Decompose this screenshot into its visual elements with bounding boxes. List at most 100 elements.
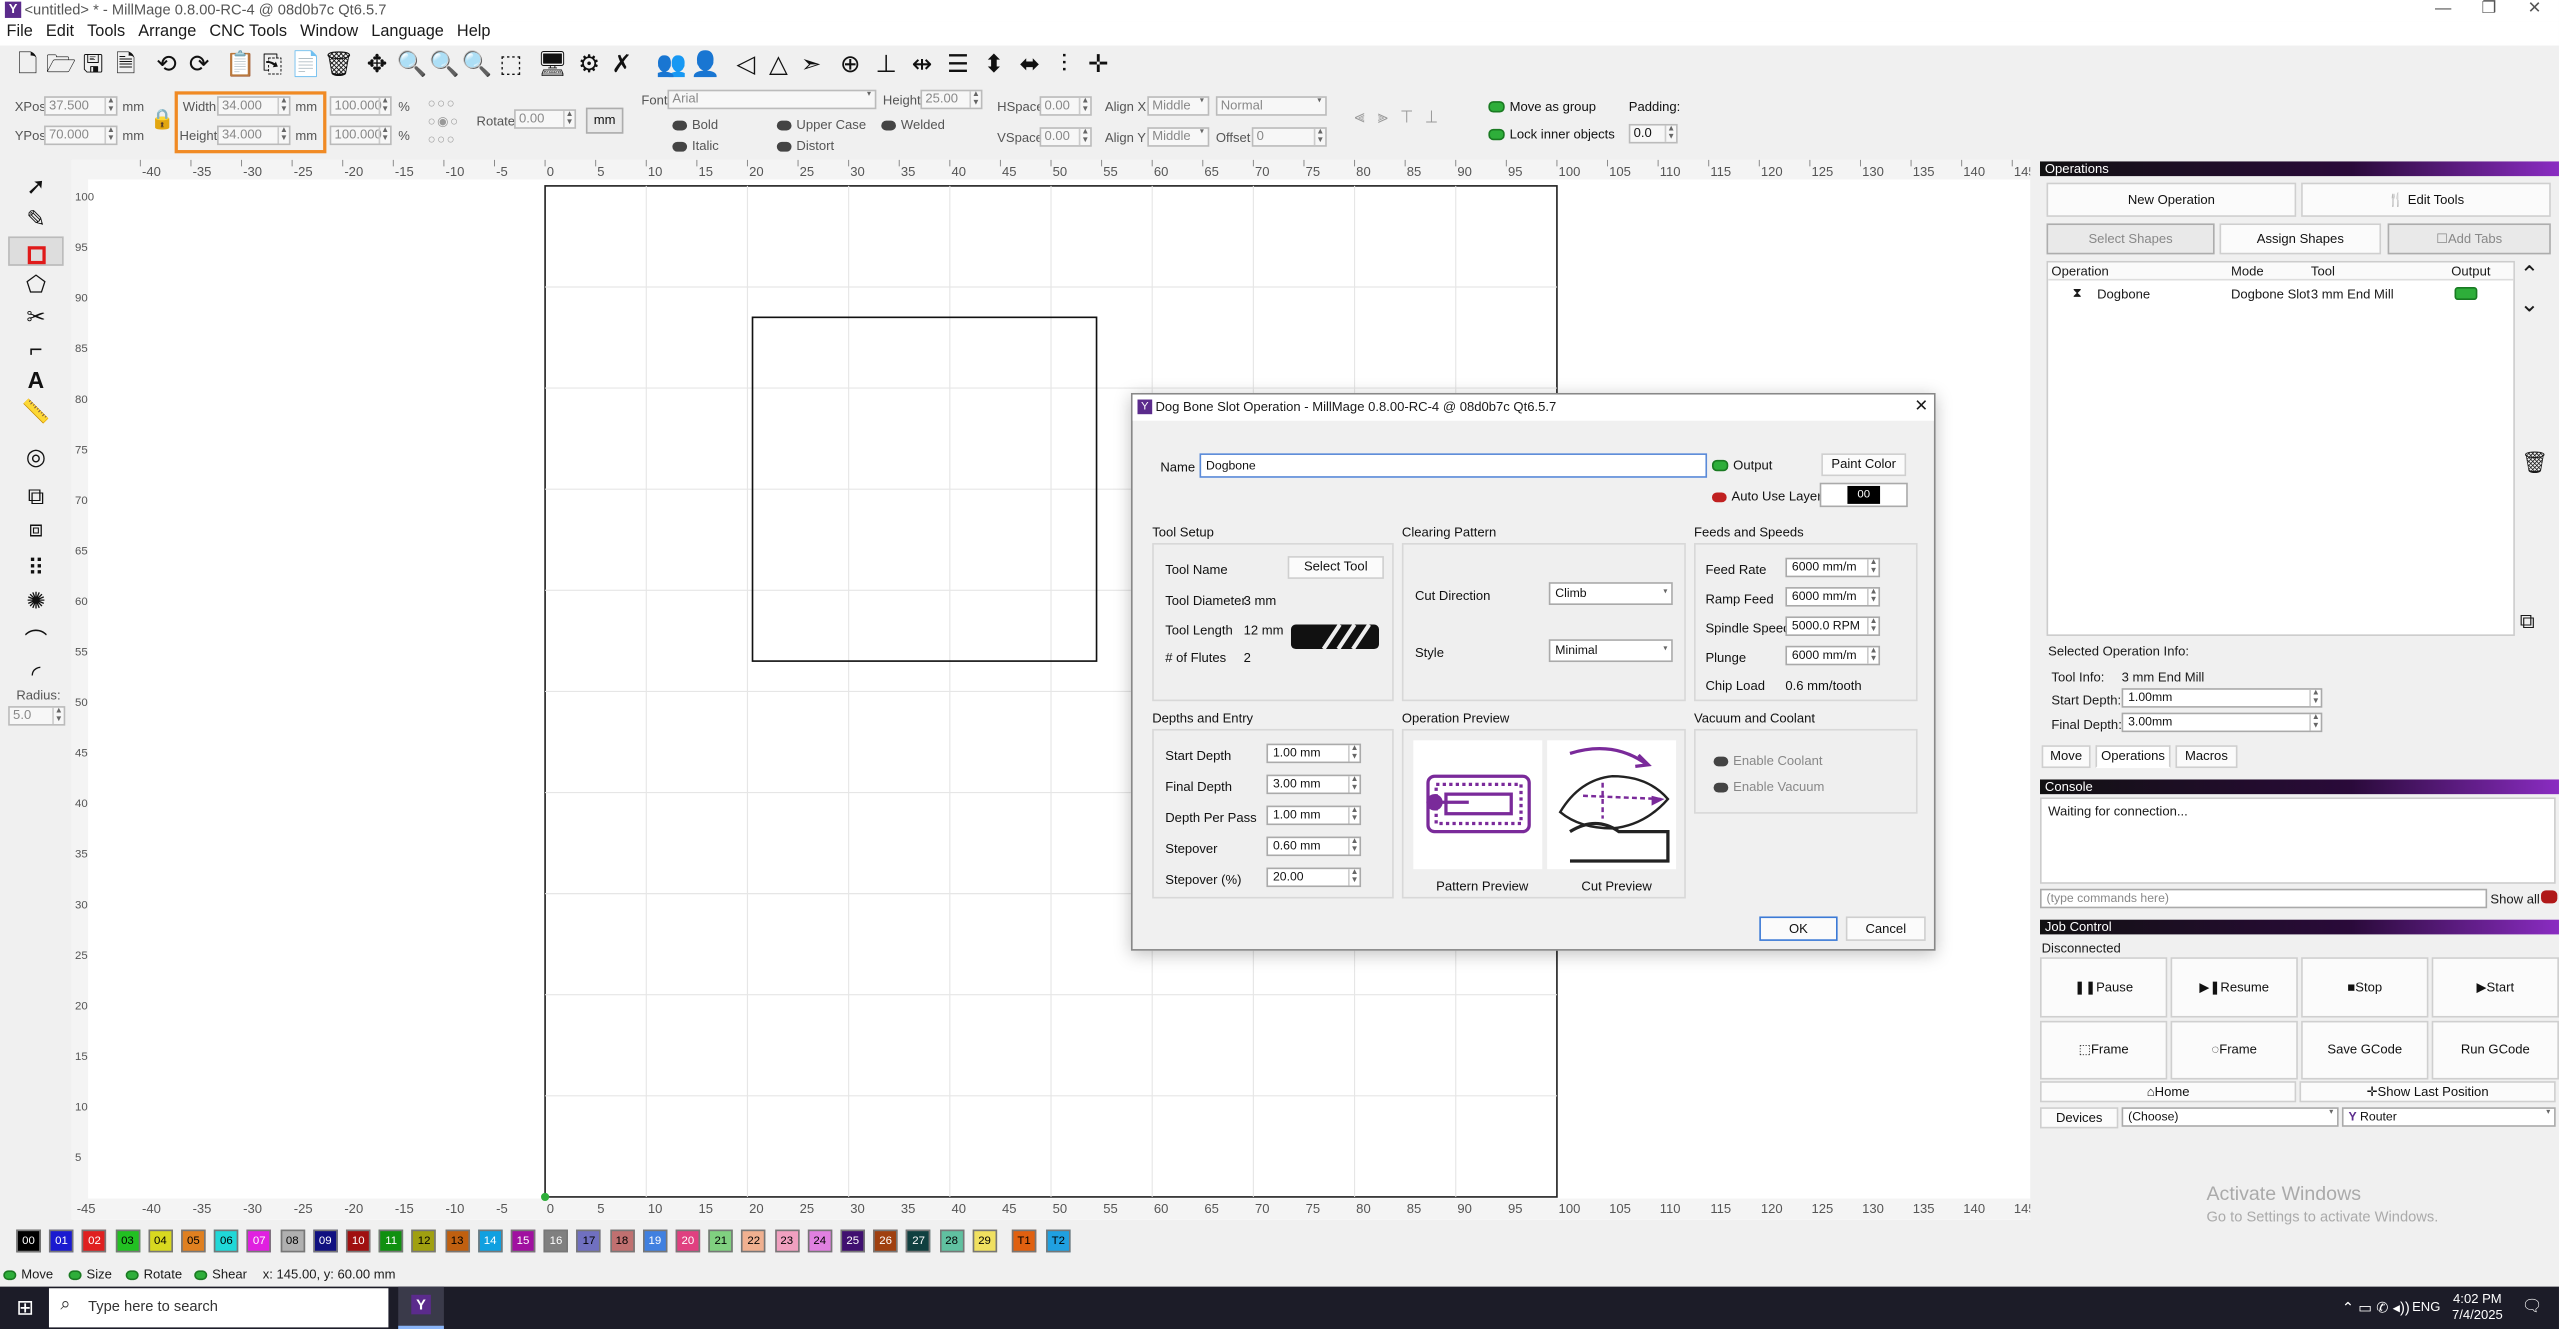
rectangle-tool-icon[interactable] xyxy=(8,236,64,266)
resume-button[interactable]: ▶❚Resume xyxy=(2170,957,2298,1018)
circular-array-icon[interactable]: ✺ xyxy=(20,585,53,614)
clock-date[interactable]: 7/4/2025 xyxy=(2450,1308,2505,1323)
layer-swatch-26[interactable]: 26 xyxy=(873,1229,898,1253)
start-depth-input[interactable]: 1.00 mm ▲ ▼ xyxy=(1266,743,1362,764)
show-all-toggle[interactable] xyxy=(2541,890,2558,904)
layer-swatch-01[interactable]: 01 xyxy=(49,1229,74,1253)
frame-rect-button[interactable]: ⬚Frame xyxy=(2040,1020,2168,1080)
distribute-v-icon[interactable]: ☰ xyxy=(943,51,972,80)
height-input[interactable]: 34.000 ▲ ▼ xyxy=(217,125,291,146)
save-icon[interactable]: 🖫 xyxy=(78,51,107,80)
layer-swatch-07[interactable]: 07 xyxy=(247,1229,272,1253)
undo-icon[interactable]: ⟲ xyxy=(152,51,181,80)
style-select[interactable]: Minimal ▾ xyxy=(1548,639,1673,663)
new-operation-button[interactable]: New Operation xyxy=(2046,182,2297,217)
lock-ratio-icon[interactable]: 🔒 xyxy=(150,108,174,131)
layer-swatch-02[interactable]: 02 xyxy=(82,1229,107,1253)
edit-tools-button[interactable]: 🍴 Edit Tools xyxy=(2301,182,2551,217)
output-toggle[interactable]: Output xyxy=(1711,458,1772,473)
select-tool-button[interactable]: Select Tool xyxy=(1287,556,1384,579)
offset-input[interactable]: 0 ▲ ▼ xyxy=(1251,127,1327,147)
tab-macros[interactable]: Macros xyxy=(2175,745,2238,769)
operation-name-input[interactable]: Dogbone xyxy=(1199,453,1708,478)
align-icon[interactable]: ⊥ xyxy=(871,51,900,80)
align-middle-icon[interactable]: ⫶ xyxy=(1049,51,1078,80)
mirror-v-icon[interactable]: △ xyxy=(764,51,793,80)
menu-edit[interactable]: Edit xyxy=(39,21,80,41)
corner-radius-icon[interactable]: ◜ xyxy=(20,659,53,688)
layer-swatch-06[interactable]: 06 xyxy=(214,1229,239,1253)
width-percent-input[interactable]: 100.000 ▲ ▼ xyxy=(329,96,392,116)
distort-toggle[interactable]: Distort xyxy=(776,139,834,153)
restore-button[interactable]: ❐ xyxy=(2472,0,2505,18)
layer-swatch-12[interactable]: 12 xyxy=(411,1229,437,1253)
move-down-icon[interactable]: ⌄ xyxy=(2520,290,2539,318)
anchor-grid-icon[interactable]: ○○○ ○◉○ ○○○ xyxy=(428,95,470,147)
close-window-button[interactable]: ✕ xyxy=(2518,0,2551,18)
boolean-icon[interactable]: ⧉ xyxy=(20,481,53,510)
menu-tools[interactable]: Tools xyxy=(81,21,132,41)
frame-select-icon[interactable]: ⬚ xyxy=(496,51,525,80)
devices-button[interactable]: Devices xyxy=(2040,1107,2119,1129)
monitor-icon[interactable]: 🖥 xyxy=(537,51,568,80)
hspace-input[interactable]: 0.00 ▲ ▼ xyxy=(1039,96,1092,116)
layer-swatch-22[interactable]: 22 xyxy=(741,1229,767,1253)
depth-per-pass-input[interactable]: 1.00 mm ▲ ▼ xyxy=(1266,805,1362,826)
layer-swatch-00[interactable]: 00 xyxy=(16,1229,41,1253)
layer-swatch-04[interactable]: 04 xyxy=(148,1229,173,1253)
taskbar-search[interactable]: ⌕ Type here to search xyxy=(48,1288,389,1328)
redo-icon[interactable]: ⟳ xyxy=(184,51,213,80)
layer-swatch-15[interactable]: 15 xyxy=(510,1229,536,1253)
device-select[interactable]: (Choose) ▾ xyxy=(2121,1107,2339,1127)
bold-toggle[interactable]: Bold xyxy=(672,117,718,132)
add-tabs-button[interactable]: ☐Add Tabs xyxy=(2387,223,2551,255)
millmage-taskbar-app[interactable]: Y xyxy=(398,1286,444,1329)
radius-input[interactable]: 5.0 ▲ ▼ xyxy=(8,706,66,726)
width-input[interactable]: 34.000 ▲ ▼ xyxy=(217,96,291,116)
layer-swatch-16[interactable]: 16 xyxy=(543,1229,569,1253)
text-tool-icon[interactable]: A xyxy=(20,365,53,394)
ramp-feed-input[interactable]: 6000 mm/m ▲ ▼ xyxy=(1785,587,1881,607)
align-shapes-icon[interactable]: ⫷⫸⊤⊥ xyxy=(1355,108,1451,129)
trim-scissors-icon[interactable]: ✂ xyxy=(20,302,53,331)
zoom-out-icon[interactable]: 🔍 xyxy=(462,51,492,80)
layer-swatch-29[interactable]: 29 xyxy=(972,1229,997,1253)
layer-swatch-14[interactable]: 14 xyxy=(477,1229,503,1253)
crosshair-icon[interactable]: ✛ xyxy=(1084,51,1113,80)
save-gcode-button[interactable]: Save GCode xyxy=(2301,1020,2429,1080)
save-as-icon[interactable]: 🗎 xyxy=(111,51,140,80)
node-edit-icon[interactable]: ⌒ xyxy=(20,626,53,655)
layer-swatch-08[interactable]: 08 xyxy=(280,1229,305,1253)
enable-vacuum-toggle[interactable]: Enable Vacuum xyxy=(1713,779,1824,794)
delete-operation-icon[interactable]: 🗑 xyxy=(2521,450,2548,476)
paint-color-button[interactable]: Paint Color xyxy=(1821,453,1907,477)
align-center-icon[interactable]: ⬍ xyxy=(979,51,1008,80)
ruler-icon[interactable]: 📏 xyxy=(20,396,53,425)
layer-swatch-21[interactable]: 21 xyxy=(708,1229,734,1253)
menu-cnc-tools[interactable]: CNC Tools xyxy=(203,21,294,41)
layer-swatch-25[interactable]: 25 xyxy=(840,1229,865,1253)
unit-toggle-button[interactable]: mm xyxy=(585,107,624,134)
rotate-status[interactable]: Rotate xyxy=(125,1267,182,1282)
layer-swatch-10[interactable]: 10 xyxy=(345,1229,371,1253)
layer-swatch-t1[interactable]: T1 xyxy=(1011,1229,1037,1253)
align-x-select[interactable]: Middle ▾ xyxy=(1147,96,1210,116)
menu-help[interactable]: Help xyxy=(450,21,497,41)
padding-input[interactable]: 0.0 ▲ ▼ xyxy=(1628,123,1678,144)
distribute-h-icon[interactable]: ⇹ xyxy=(907,51,936,80)
user-icon[interactable]: 👤 xyxy=(690,51,720,80)
output-toggle[interactable] xyxy=(2454,287,2478,301)
dialog-close-icon[interactable]: ✕ xyxy=(1914,395,1928,421)
notifications-icon[interactable]: 🗨 xyxy=(2521,1298,2542,1316)
duplicate-operation-icon[interactable]: ⧉ xyxy=(2520,608,2535,634)
layer-swatch-24[interactable]: 24 xyxy=(807,1229,832,1253)
final-depth-input[interactable]: 3.00 mm ▲ ▼ xyxy=(1266,774,1362,795)
clipboard-icon[interactable]: 📋 xyxy=(225,51,255,80)
xpos-input[interactable]: 37.500 ▲ ▼ xyxy=(44,96,118,116)
layer-swatch-27[interactable]: 27 xyxy=(906,1229,931,1253)
text-mode-select[interactable]: Normal ▾ xyxy=(1215,96,1327,116)
frame-circle-button[interactable]: ◌Frame xyxy=(2170,1020,2298,1080)
plunge-input[interactable]: 6000 mm/m ▲ ▼ xyxy=(1785,645,1881,666)
tools-wrench-icon[interactable]: ✗ xyxy=(607,51,636,80)
layer-swatch-11[interactable]: 11 xyxy=(378,1229,404,1253)
